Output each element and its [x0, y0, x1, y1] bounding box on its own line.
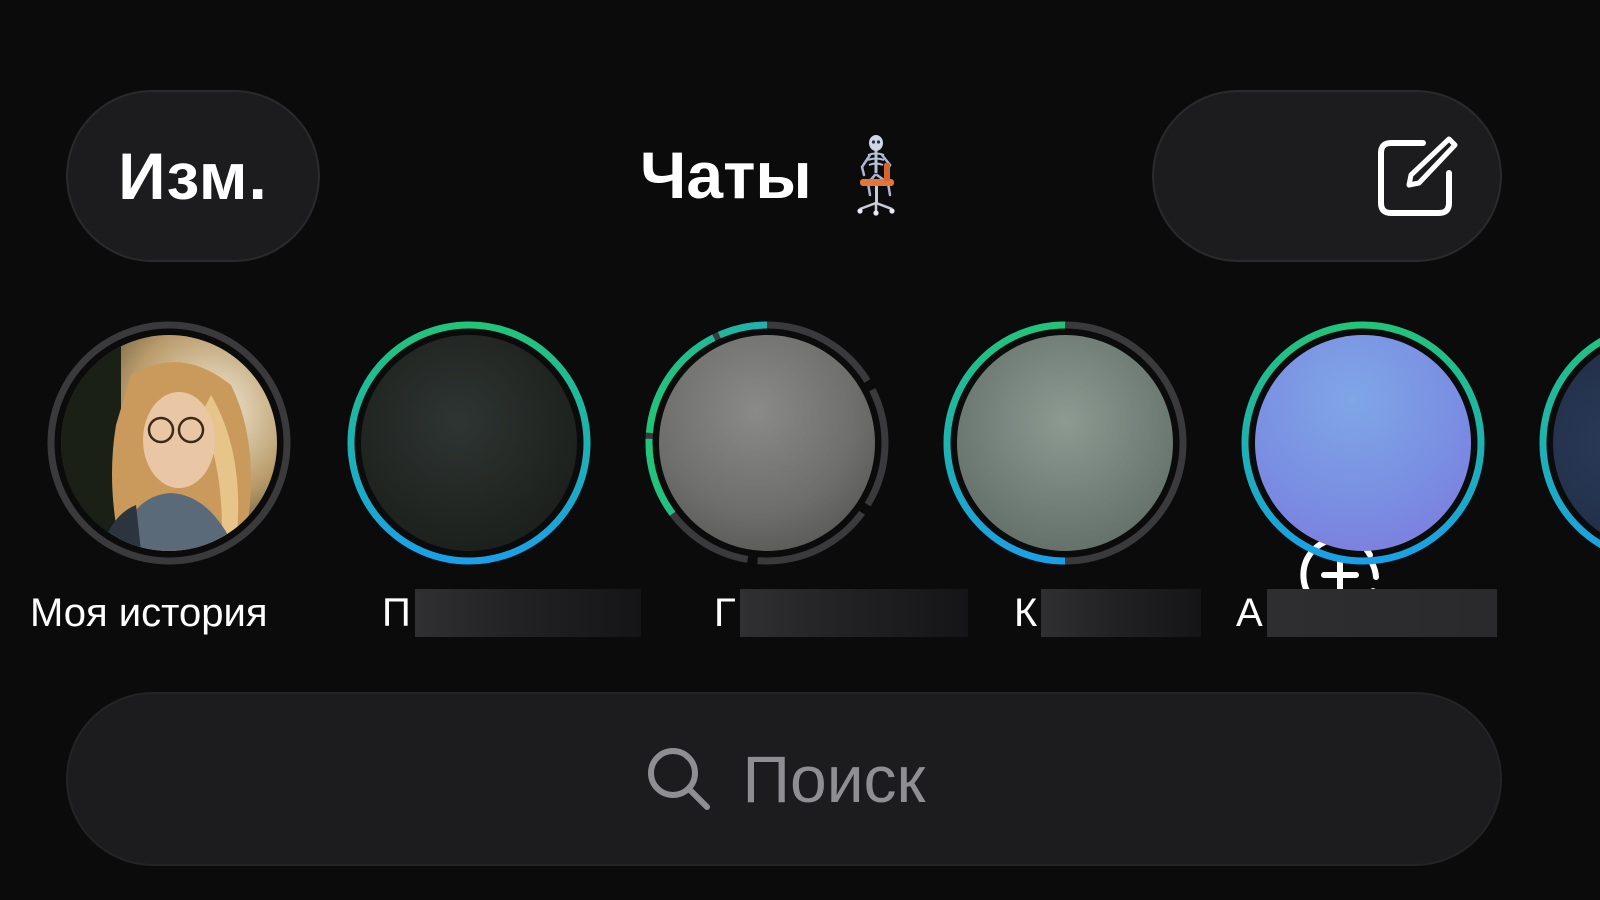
- search-placeholder: Поиск: [742, 742, 926, 816]
- pencil-square-icon: [1378, 136, 1458, 216]
- story-item[interactable]: К: [916, 318, 1216, 648]
- page-title: Чаты: [640, 138, 812, 212]
- contact-avatar: [659, 335, 875, 551]
- story-label: А: [1236, 588, 1497, 638]
- search-icon: [647, 748, 710, 810]
- redacted-name: [1266, 589, 1497, 637]
- story-item-partial[interactable]: [1512, 318, 1600, 648]
- chats-screen: Изм. Чаты Моя история П Г К А Поиск: [0, 0, 1600, 900]
- story-label: К: [1014, 588, 1202, 638]
- contact-avatar: [361, 335, 577, 551]
- contact-avatar: [957, 335, 1173, 551]
- story-item[interactable]: А: [1214, 318, 1514, 648]
- contact-avatar: [1255, 335, 1471, 551]
- compose-button[interactable]: [1372, 132, 1462, 222]
- search-field[interactable]: Поиск: [66, 692, 1502, 866]
- story-item[interactable]: Г: [618, 318, 968, 648]
- edit-button[interactable]: Изм.: [66, 90, 320, 262]
- story-label: П: [382, 588, 641, 638]
- redacted-name: [414, 589, 641, 637]
- header-title-group: Чаты: [640, 120, 906, 230]
- story-item-my-story[interactable]: Моя история: [20, 318, 320, 648]
- story-label: Моя история: [30, 590, 268, 635]
- skeleton-chair-emoji-icon[interactable]: [846, 133, 906, 217]
- my-story-avatar: [61, 335, 277, 551]
- redacted-name: [1041, 589, 1202, 637]
- story-item[interactable]: П: [320, 318, 641, 648]
- header-actions: [1152, 90, 1502, 614]
